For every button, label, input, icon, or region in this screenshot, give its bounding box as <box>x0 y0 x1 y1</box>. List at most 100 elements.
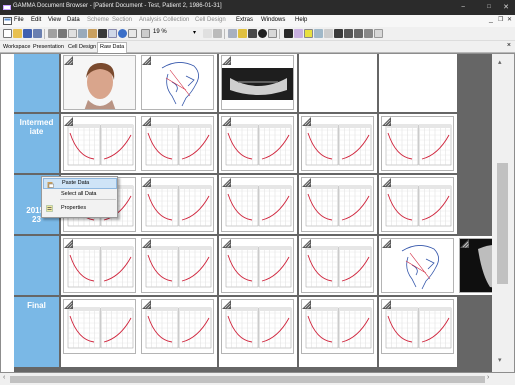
grid-cell[interactable] <box>299 54 377 112</box>
chart-thumbnail[interactable] <box>63 116 136 171</box>
chart-thumbnail[interactable] <box>221 116 294 171</box>
resize-corner-icon[interactable] <box>142 117 151 126</box>
scroll-up-arrow[interactable]: ▴ <box>498 58 502 66</box>
menu-edit[interactable]: Edit <box>31 17 41 23</box>
chart-thumbnail[interactable] <box>141 116 214 171</box>
chart-thumbnail[interactable] <box>221 299 294 354</box>
save-icon[interactable] <box>23 29 32 38</box>
frame-icon[interactable] <box>268 29 277 38</box>
properties-menu-item[interactable]: Properties <box>43 203 117 214</box>
resize-corner-icon[interactable] <box>382 117 391 126</box>
scan-icon[interactable] <box>344 29 353 38</box>
resize-corner-icon[interactable] <box>64 56 73 65</box>
zoom-level[interactable]: 19 % <box>153 29 167 35</box>
chart-thumbnail[interactable] <box>221 238 294 293</box>
doc-restore-button[interactable]: ❐ <box>498 16 503 23</box>
compare-icon[interactable] <box>294 29 303 38</box>
camera-icon[interactable] <box>248 29 257 38</box>
menu-scheme[interactable]: Scheme <box>87 17 109 23</box>
link-icon[interactable] <box>314 29 323 38</box>
menu-view[interactable]: View <box>48 17 61 23</box>
resize-corner-icon[interactable] <box>382 178 391 187</box>
doc-close-button[interactable]: ✕ <box>507 16 512 23</box>
chart-toolbar-icon[interactable] <box>324 29 333 38</box>
resize-corner-icon[interactable] <box>382 239 391 248</box>
resize-corner-icon[interactable] <box>382 300 391 309</box>
chart-thumbnail[interactable] <box>63 299 136 354</box>
chart-thumbnail[interactable] <box>63 238 136 293</box>
resize-corner-icon[interactable] <box>222 239 231 248</box>
resize-corner-icon[interactable] <box>142 56 151 65</box>
grid-cell[interactable] <box>379 54 457 112</box>
menu-analysis-collection[interactable]: Analysis Collection <box>139 17 189 23</box>
menu-help[interactable]: Help <box>295 17 307 23</box>
menu-file[interactable]: File <box>14 17 24 23</box>
record-icon[interactable] <box>258 29 267 38</box>
close-tab-icon[interactable]: × <box>507 42 511 49</box>
resize-corner-icon[interactable] <box>142 239 151 248</box>
paste-data-menu-item[interactable]: Paste Data <box>43 178 117 189</box>
row-label[interactable] <box>14 236 59 295</box>
resize-corner-icon[interactable] <box>64 300 73 309</box>
row-label[interactable]: Intermed iate <box>14 114 59 173</box>
export-icon[interactable] <box>364 29 373 38</box>
resize-corner-icon[interactable] <box>222 56 231 65</box>
resize-corner-icon[interactable] <box>222 117 231 126</box>
properties-toolbar-icon[interactable] <box>213 29 222 38</box>
resize-corner-icon[interactable] <box>302 300 311 309</box>
vertical-scrollbar[interactable]: ▴ ▾ <box>492 54 514 372</box>
copy-icon[interactable] <box>78 29 87 38</box>
close-window-button[interactable]: ✕ <box>497 0 515 15</box>
ceph-tracing-thumbnail[interactable] <box>381 238 454 293</box>
chart-thumbnail[interactable] <box>141 177 214 232</box>
scroll-left-arrow[interactable]: ‹ <box>3 374 5 381</box>
resize-corner-icon[interactable] <box>142 300 151 309</box>
resize-corner-icon[interactable] <box>64 239 73 248</box>
chart-thumbnail[interactable] <box>381 299 454 354</box>
film-icon[interactable] <box>284 29 293 38</box>
xray-icon[interactable] <box>334 29 343 38</box>
chart-thumbnail[interactable] <box>381 177 454 232</box>
settings-icon[interactable] <box>374 29 383 38</box>
cut-icon[interactable] <box>68 29 77 38</box>
monitor-icon[interactable] <box>354 29 363 38</box>
save-all-icon[interactable] <box>33 29 42 38</box>
chart-thumbnail[interactable] <box>221 177 294 232</box>
tab-presentation[interactable]: Presentation <box>31 43 66 53</box>
menu-extras[interactable]: Extras <box>236 17 253 23</box>
menu-windows[interactable]: Windows <box>261 17 285 23</box>
chart-thumbnail[interactable] <box>141 299 214 354</box>
tab-raw-data[interactable]: Raw Data <box>97 42 128 53</box>
scroll-down-arrow[interactable]: ▾ <box>498 356 502 364</box>
xray-pano-thumbnail[interactable] <box>221 55 294 110</box>
row-label[interactable] <box>14 54 59 112</box>
window-icon[interactable] <box>128 29 137 38</box>
print-icon[interactable] <box>58 29 67 38</box>
resize-corner-icon[interactable] <box>142 178 151 187</box>
chart-thumbnail[interactable] <box>301 299 374 354</box>
chart-thumbnail[interactable] <box>141 238 214 293</box>
menu-section[interactable]: Section <box>112 17 132 23</box>
minimize-button[interactable]: − <box>450 0 476 15</box>
horizontal-scroll-thumb[interactable] <box>10 376 485 383</box>
delete-icon[interactable] <box>203 29 212 38</box>
horizontal-scrollbar[interactable]: ‹ › <box>0 373 515 385</box>
resize-corner-icon[interactable] <box>64 117 73 126</box>
image-icon[interactable] <box>98 29 107 38</box>
resize-corner-icon[interactable] <box>222 300 231 309</box>
chart-thumbnail[interactable] <box>301 177 374 232</box>
photo-face-thumbnail[interactable] <box>63 55 136 110</box>
doc-minimize-button[interactable]: _ <box>489 16 493 23</box>
zoom-dropdown-icon[interactable]: ▾ <box>193 29 196 36</box>
row-label[interactable]: Final <box>14 297 59 367</box>
resize-corner-icon[interactable] <box>222 178 231 187</box>
mark-icon[interactable] <box>304 29 313 38</box>
resize-corner-icon[interactable] <box>302 117 311 126</box>
print-preview-icon[interactable] <box>48 29 57 38</box>
paste-toolbar-icon[interactable] <box>88 29 97 38</box>
resize-corner-icon[interactable] <box>460 239 469 248</box>
resize-corner-icon[interactable] <box>302 239 311 248</box>
help-icon[interactable] <box>118 29 127 38</box>
chart-thumbnail[interactable] <box>301 116 374 171</box>
chart-thumbnail[interactable] <box>301 238 374 293</box>
